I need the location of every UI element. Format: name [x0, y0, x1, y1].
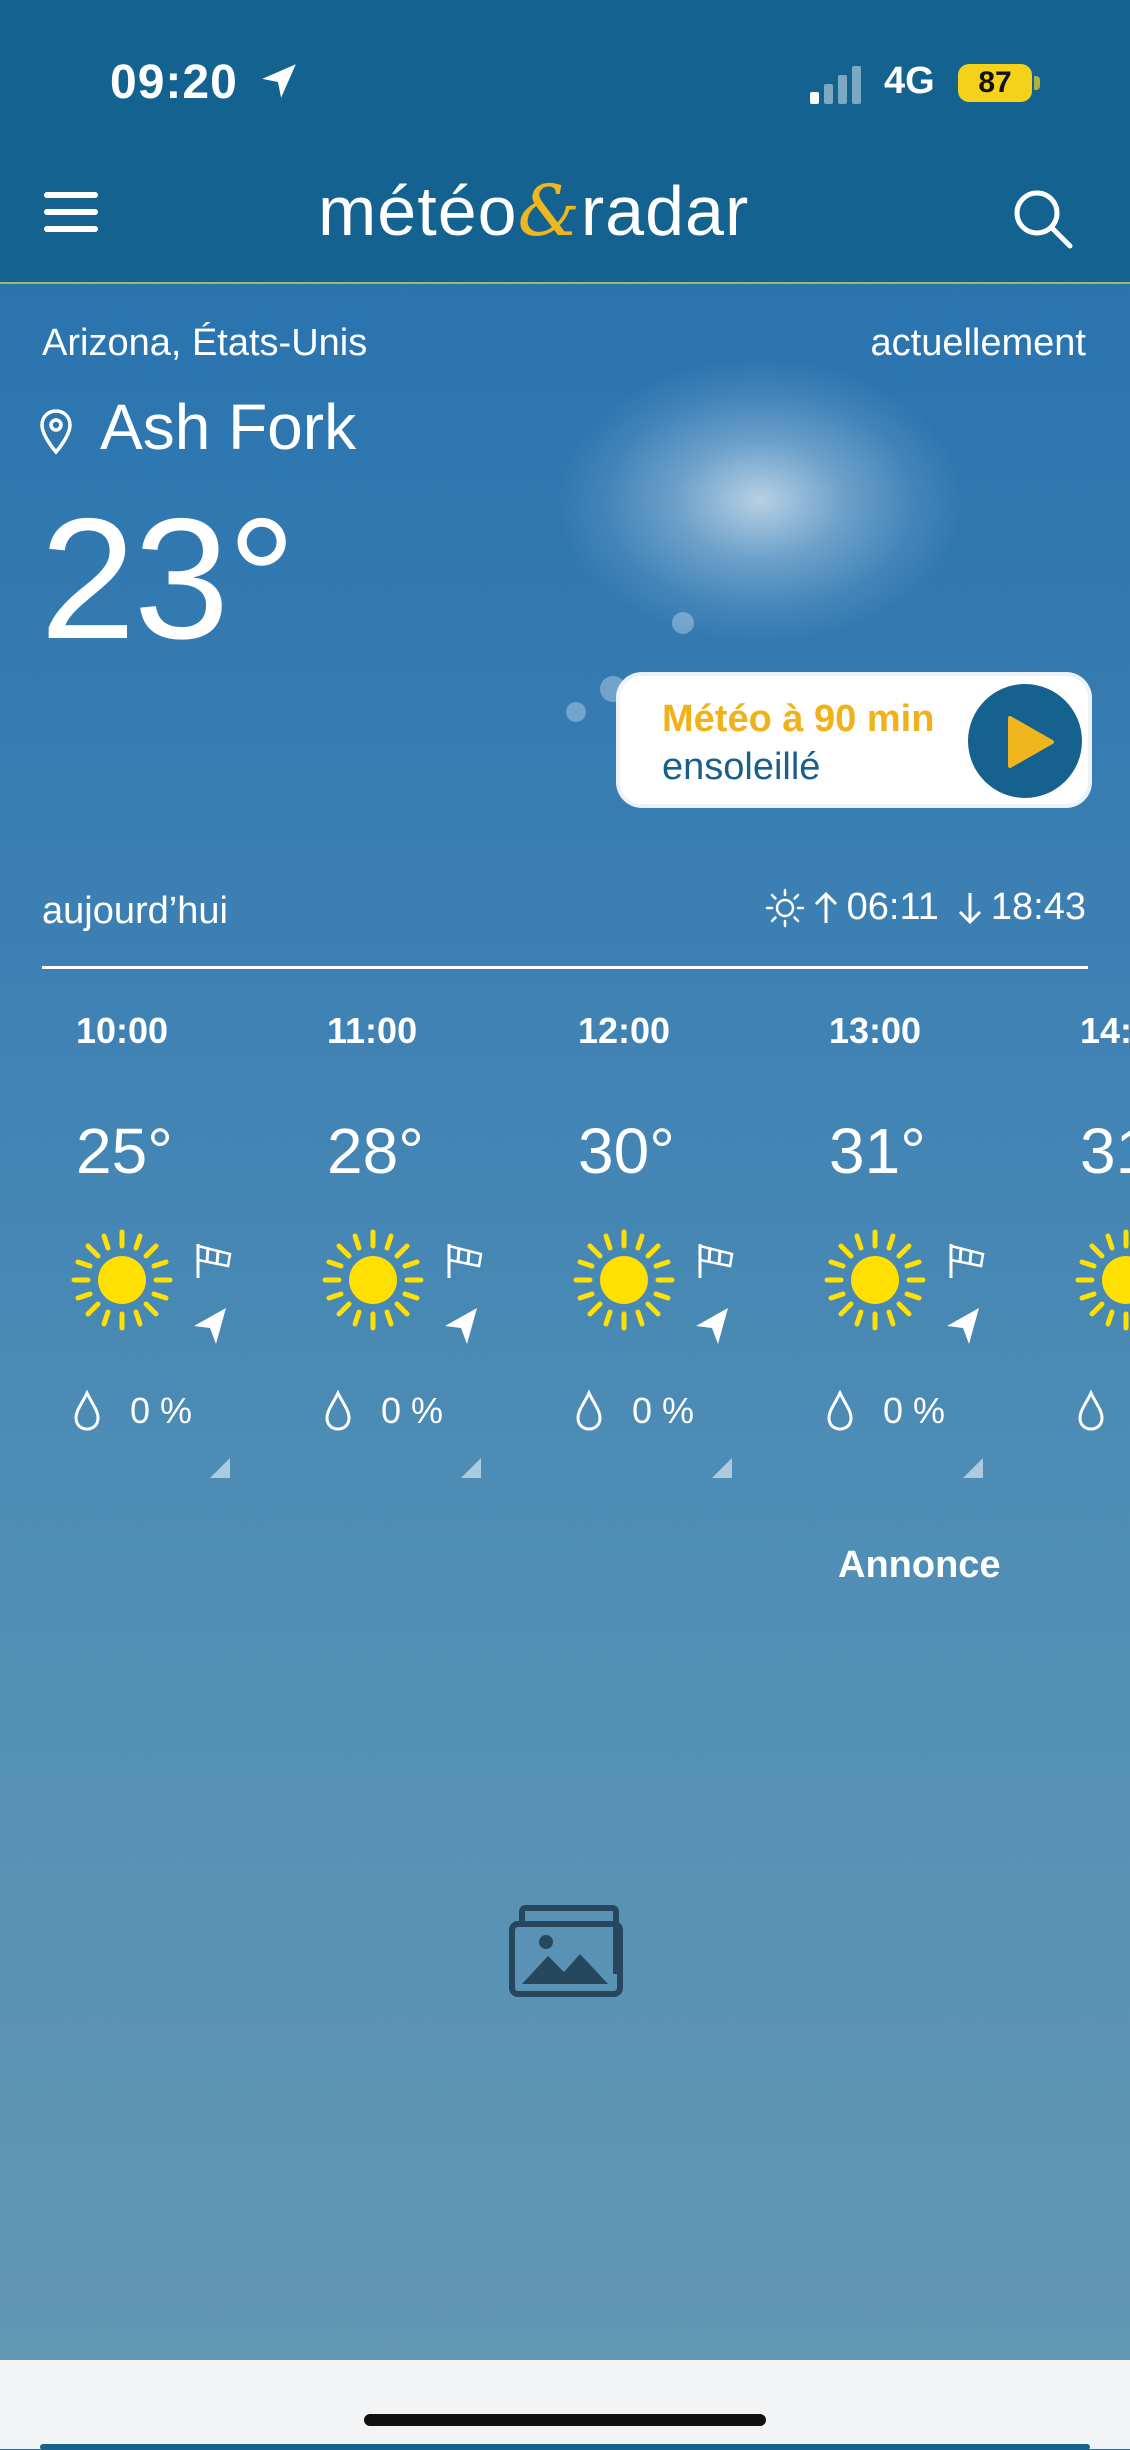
network-type: 4G — [884, 60, 935, 102]
sunrise-time: 06:11 — [846, 886, 939, 928]
raindrop-icon — [325, 1390, 351, 1431]
sun-icon — [71, 1229, 173, 1331]
sun-icon — [1075, 1229, 1130, 1331]
location-pin-icon — [40, 409, 72, 455]
sun-icon — [573, 1229, 675, 1331]
nowcast-card[interactable]: Météo à 90 min ensoleillé — [620, 676, 1088, 804]
hour-temperature: 31 — [1080, 1115, 1130, 1187]
windsock-icon — [698, 1244, 734, 1278]
lens-flare — [566, 702, 586, 722]
hour-precipitation: 0 % — [883, 1390, 946, 1431]
wind-direction-icon — [194, 1308, 226, 1344]
image-placeholder-icon — [509, 1905, 623, 1997]
arrow-down-icon — [958, 892, 981, 924]
sunset-time: 18:43 — [990, 886, 1086, 928]
bottom-tab-strip — [40, 2444, 1090, 2450]
lens-flare — [672, 612, 694, 634]
logo-text-left: météo — [318, 172, 518, 250]
windsock-icon — [196, 1244, 232, 1278]
expand-corner-icon — [963, 1458, 983, 1478]
sun-icon — [322, 1229, 424, 1331]
play-button[interactable] — [968, 684, 1082, 798]
sun-times: 06:11 18:43 — [765, 886, 1086, 929]
app-logo: météo&radar — [318, 170, 749, 252]
hour-time: 10:00 — [76, 1010, 169, 1051]
hour-temperature: 30° — [578, 1115, 675, 1187]
expand-corner-icon — [461, 1458, 481, 1478]
bottom-safe-area — [0, 2360, 1130, 2449]
arrow-up-icon — [814, 891, 837, 923]
menu-icon[interactable] — [44, 192, 98, 236]
hour-temperature: 31° — [829, 1115, 926, 1187]
app-header: 09:20 4G 87 météo&radar — [0, 0, 1130, 284]
sun-outline-icon — [765, 888, 804, 927]
windsock-icon — [949, 1244, 985, 1278]
logo-text-right: radar — [580, 172, 750, 250]
nowcast-title: Météo à 90 min — [662, 698, 935, 740]
hour-time: 11:00 — [327, 1010, 418, 1051]
hour-temperature: 25° — [76, 1115, 173, 1187]
ad-label: Annonce — [838, 1544, 1001, 1586]
raindrop-icon — [576, 1390, 602, 1431]
hour-precipitation: 0 % — [130, 1390, 193, 1431]
wind-direction-icon — [696, 1308, 728, 1344]
raindrop-icon — [827, 1390, 853, 1431]
hourly-item[interactable]: 13:00 31° 0 % — [795, 1010, 1015, 1490]
location-region: Arizona, États-Unis — [42, 322, 368, 364]
wind-direction-icon — [445, 1308, 477, 1344]
location-city[interactable]: Ash Fork — [100, 390, 356, 464]
hour-precipitation: 0 % — [381, 1390, 444, 1431]
home-indicator[interactable] — [364, 2414, 766, 2426]
status-time: 09:20 — [110, 56, 238, 109]
current-label: actuellement — [870, 322, 1086, 364]
expand-corner-icon — [210, 1458, 230, 1478]
hour-precipitation: 0 % — [632, 1390, 695, 1431]
signal-icon — [810, 66, 861, 104]
nowcast-condition: ensoleillé — [662, 746, 821, 788]
battery-tip — [1034, 76, 1040, 90]
location-arrow-icon — [262, 64, 296, 98]
hourly-item[interactable]: 11:00 28° 0 % — [293, 1010, 513, 1490]
play-icon — [1008, 716, 1054, 768]
today-label: aujourd’hui — [42, 890, 228, 932]
sun-icon — [824, 1229, 926, 1331]
battery-icon: 87 — [958, 64, 1032, 102]
expand-corner-icon — [712, 1458, 732, 1478]
hour-temperature: 28° — [327, 1115, 424, 1187]
hourly-item[interactable]: 14: 31 — [1046, 1010, 1130, 1490]
hour-time: 13:00 — [829, 1010, 922, 1051]
hourly-item[interactable]: 10:00 25° 0 % — [42, 1010, 262, 1490]
current-temperature: 23° — [40, 483, 296, 675]
sun-glow-background — [560, 360, 960, 640]
hour-time: 14: — [1080, 1010, 1130, 1051]
raindrop-icon — [1078, 1390, 1104, 1431]
hour-time: 12:00 — [578, 1010, 671, 1051]
logo-ampersand: & — [517, 170, 581, 252]
search-icon[interactable] — [1010, 186, 1076, 252]
hourly-item[interactable]: 12:00 30° 0 % — [544, 1010, 764, 1490]
windsock-icon — [447, 1244, 483, 1278]
wind-direction-icon — [947, 1308, 979, 1344]
raindrop-icon — [74, 1390, 100, 1431]
divider — [42, 966, 1088, 969]
